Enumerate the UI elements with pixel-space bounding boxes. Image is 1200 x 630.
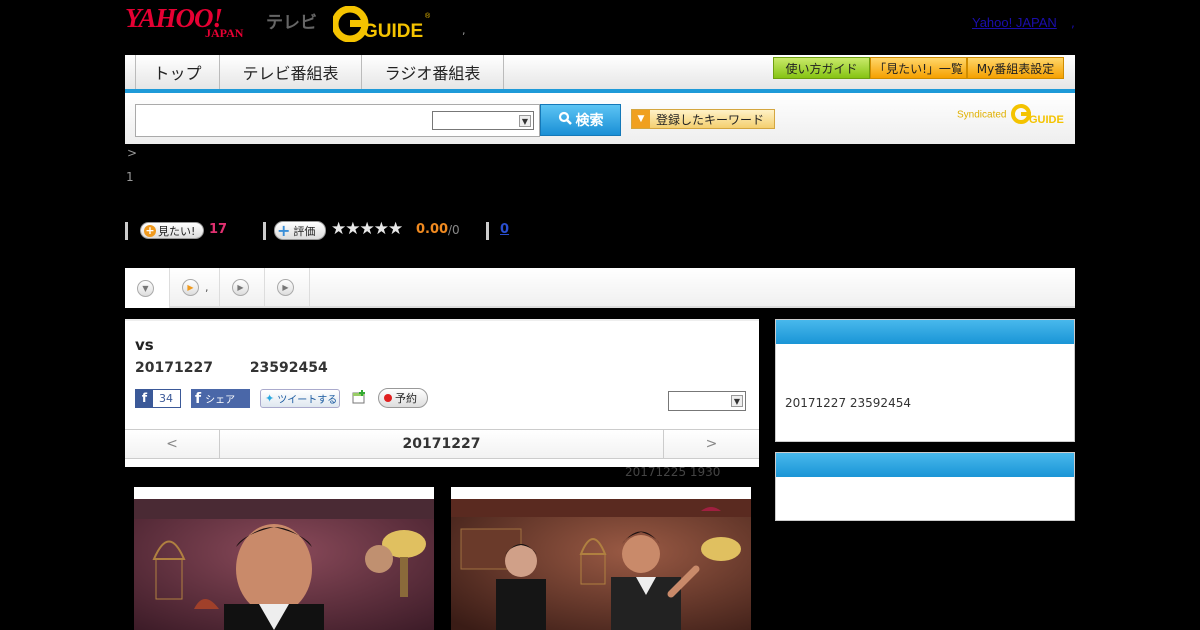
divider <box>486 222 489 240</box>
chevron-down-icon: ▼ <box>137 279 154 297</box>
plus-icon: + <box>277 220 291 240</box>
program-image-1 <box>134 499 434 630</box>
divider <box>125 222 128 240</box>
device-select[interactable]: ▼ <box>668 391 746 411</box>
current-date-label: 20171227 <box>402 436 481 452</box>
search-category-select[interactable]: ▼ <box>432 111 534 130</box>
plus-icon: + <box>144 223 156 237</box>
play-icon: ▶ <box>182 278 199 296</box>
tab-radio-schedule[interactable]: ラジオ番組表 <box>362 55 504 89</box>
prev-date-button[interactable]: < <box>125 430 220 458</box>
program-subtabs: ▼ ▶ , ▶ ▶ <box>125 268 1075 308</box>
search-button[interactable]: 検索 <box>540 104 621 136</box>
divider <box>263 222 266 240</box>
facebook-count-value: 34 <box>159 392 173 405</box>
want-to-watch-label: 見たい! <box>158 224 196 238</box>
facebook-icon: f <box>195 390 202 407</box>
syndicated-gguide-text: GUIDE <box>1029 114 1064 126</box>
dropdown-arrow-icon: ▼ <box>632 110 650 128</box>
play-icon: ▶ <box>277 278 294 296</box>
next-date-button[interactable]: > <box>663 430 759 458</box>
sidebar-box-2-header <box>776 453 1074 477</box>
sidebar-box-1-text: 20171227 23592454 <box>785 396 911 410</box>
sidebar-box-2 <box>775 452 1075 521</box>
facebook-share-button[interactable]: f シェア <box>191 389 250 408</box>
gguide-logo[interactable]: GUIDE ® <box>331 5 433 43</box>
record-dot-icon <box>384 394 392 402</box>
breadcrumb[interactable]: > <box>127 146 137 160</box>
want-list-button[interactable]: 「見たい!」一覧 <box>870 57 967 79</box>
subtab-2-label: , <box>205 280 209 294</box>
usage-guide-button[interactable]: 使い方ガイド <box>773 57 870 79</box>
syndicated-gguide-logo: Syndicated GUIDE <box>957 103 1065 127</box>
sidebar-box-1-header <box>776 320 1074 344</box>
twitter-bird-icon: ✦ <box>265 392 275 405</box>
program-date: 20171227 <box>135 360 213 376</box>
sidebar-box-1: 20171227 23592454 <box>775 319 1075 442</box>
program-datetime: 20171227 23592454 <box>135 360 360 376</box>
subtab-4[interactable]: ▶ <box>265 268 310 306</box>
search-button-label: 検索 <box>575 113 604 129</box>
broadcast-info: 20171225 1930 <box>625 465 721 479</box>
subtab-2[interactable]: ▶ , <box>170 268 220 306</box>
program-time: 23592454 <box>249 360 328 376</box>
yahoo-japan-logo[interactable]: YAHOO! JAPAN <box>125 4 265 42</box>
tv-label: テレビ <box>266 13 317 32</box>
my-schedule-settings-button[interactable]: My番組表設定 <box>967 57 1064 79</box>
svg-text:®: ® <box>425 12 431 20</box>
syndicated-label: Syndicated <box>957 109 1007 121</box>
reserve-label: 予約 <box>395 392 417 405</box>
yahoo-japan-link[interactable]: Yahoo! JAPAN <box>972 15 1057 30</box>
program-title: vs <box>135 336 154 354</box>
subtab-1[interactable]: ▼ <box>125 268 170 308</box>
rate-button[interactable]: + 評価 <box>274 221 326 240</box>
header-separator: , <box>462 24 466 37</box>
program-photo-1[interactable] <box>134 487 434 630</box>
add-to-calendar-icon[interactable] <box>351 389 367 405</box>
review-count-link[interactable]: 0 <box>500 222 509 237</box>
tweet-button[interactable]: ✦ ツイートする <box>260 389 340 408</box>
breadcrumb-sub: 1 <box>126 170 134 184</box>
yahoo-logo-text: YAHOO! <box>125 3 223 33</box>
rate-label: 評価 <box>293 224 316 238</box>
program-detail-panel: vs 20171227 23592454 f 34 f シェア ✦ ツイートする… <box>125 319 759 467</box>
saved-keywords-label: 登録したキーワード <box>656 112 765 127</box>
japan-logo-text: JAPAN <box>205 26 244 40</box>
search-icon <box>558 111 572 129</box>
rating-score: 0.00 <box>416 222 449 237</box>
facebook-share-label: シェア <box>205 395 236 406</box>
reserve-button[interactable]: 予約 <box>378 388 428 408</box>
saved-keywords-button[interactable]: ▼ 登録したキーワード <box>631 109 775 129</box>
program-image-2 <box>451 499 751 630</box>
rating-total: /0 <box>448 223 460 237</box>
program-photo-2[interactable] <box>451 487 751 630</box>
facebook-icon: f <box>136 390 153 407</box>
tab-top[interactable]: トップ <box>135 55 220 89</box>
want-to-watch-button[interactable]: + 見たい! <box>140 222 204 239</box>
subtab-3[interactable]: ▶ <box>220 268 265 306</box>
play-icon: ▶ <box>232 278 249 296</box>
search-bar: ▼ 検索 ▼ 登録したキーワード Syndicated GUIDE <box>125 93 1075 144</box>
tab-tv-schedule[interactable]: テレビ番組表 <box>220 55 362 89</box>
want-count: 17 <box>209 222 228 237</box>
gguide-logo-text: GUIDE <box>363 21 423 42</box>
main-navbar: トップ テレビ番組表 ラジオ番組表 使い方ガイド 「見たい!」一覧 My番組表設… <box>125 55 1075 89</box>
link-separator: , <box>1071 16 1075 30</box>
facebook-like-count[interactable]: f 34 <box>135 389 181 408</box>
chevron-down-icon: ▼ <box>519 115 531 127</box>
date-navigation: < 20171227 > <box>125 429 759 459</box>
rating-stars: ★★★★★ <box>331 219 403 239</box>
chevron-down-icon: ▼ <box>731 395 743 407</box>
tweet-label: ツイートする <box>277 395 338 406</box>
